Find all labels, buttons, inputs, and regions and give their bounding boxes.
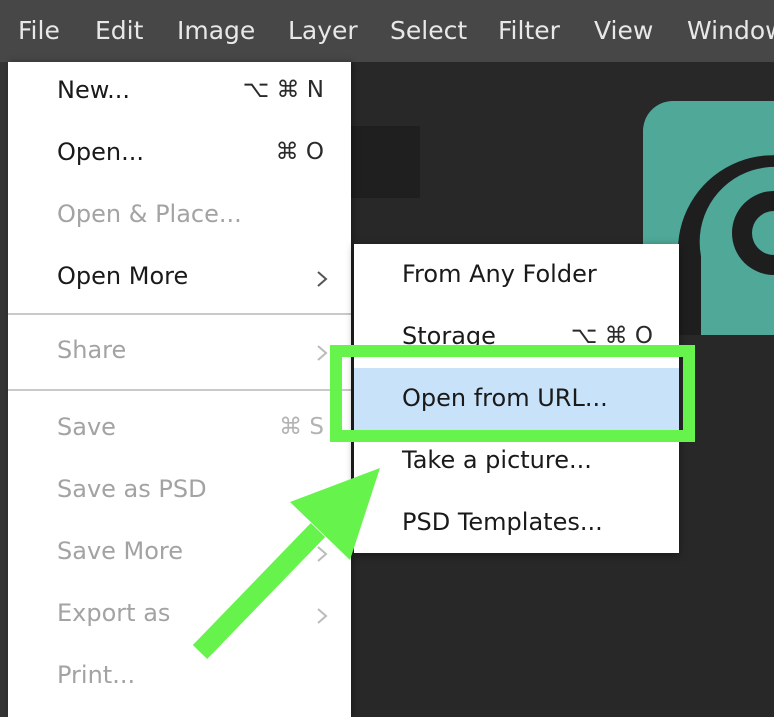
menu-bar: File Edit Image Layer Select Filter View…	[0, 0, 774, 62]
menu-item-label: Open & Place...	[57, 200, 242, 228]
submenu-arrow-icon	[317, 608, 328, 624]
menu-item-shortcut: ⌥ ⌘ N	[242, 77, 324, 103]
menu-layer[interactable]: Layer	[288, 14, 358, 48]
menu-item-open[interactable]: Open... ⌘ O	[8, 124, 351, 186]
menu-item-label: Save as PSD	[57, 475, 207, 503]
menu-file[interactable]: File	[18, 14, 60, 48]
background-panel	[350, 126, 420, 198]
menu-item-save-more: Save More	[8, 523, 351, 585]
menu-item-label: Save More	[57, 537, 184, 565]
menu-item-print: Print...	[8, 647, 351, 709]
menu-item-label: Save	[57, 413, 116, 441]
menu-edit[interactable]: Edit	[95, 14, 143, 48]
menu-item-open-place: Open & Place...	[8, 186, 351, 248]
menu-item-share: Share	[8, 322, 351, 384]
submenu-item-psd-templates[interactable]: PSD Templates...	[354, 492, 679, 554]
left-panel-edge	[0, 62, 8, 717]
menu-separator	[8, 389, 351, 391]
file-menu: New... ⌥ ⌘ N Open... ⌘ O Open & Place...…	[8, 62, 351, 717]
annotation-highlight-box	[330, 345, 695, 442]
menu-item-label: Open More	[57, 262, 189, 290]
submenu-arrow-icon	[317, 271, 328, 287]
submenu-item-label: From Any Folder	[402, 260, 597, 288]
menu-item-new[interactable]: New... ⌥ ⌘ N	[8, 62, 351, 124]
menu-item-label: Open...	[57, 138, 144, 166]
menu-select[interactable]: Select	[390, 14, 467, 48]
submenu-item-label: PSD Templates...	[402, 508, 603, 536]
submenu-arrow-icon	[317, 345, 328, 361]
submenu-arrow-icon	[317, 546, 328, 562]
menu-item-open-more[interactable]: Open More	[8, 248, 351, 310]
menu-window[interactable]: Window	[687, 14, 774, 48]
submenu-item-label: Take a picture...	[402, 446, 592, 474]
menu-separator	[8, 313, 351, 315]
menu-item-label: Export as	[57, 599, 171, 627]
menu-item-label: New...	[57, 76, 131, 104]
menu-item-export-as: Export as	[8, 585, 351, 647]
menu-item-label: Print...	[57, 661, 136, 689]
menu-item-save-as-psd: Save as PSD	[8, 461, 351, 523]
menu-item-label: Share	[57, 336, 127, 364]
menu-item-shortcut: ⌘ O	[275, 139, 324, 165]
menu-item-save: Save ⌘ S	[8, 399, 351, 461]
menu-image[interactable]: Image	[177, 14, 255, 48]
menu-filter[interactable]: Filter	[498, 14, 560, 48]
menu-item-shortcut: ⌘ S	[279, 414, 324, 440]
menu-view[interactable]: View	[594, 14, 653, 48]
submenu-item-from-any-folder[interactable]: From Any Folder	[354, 244, 679, 306]
